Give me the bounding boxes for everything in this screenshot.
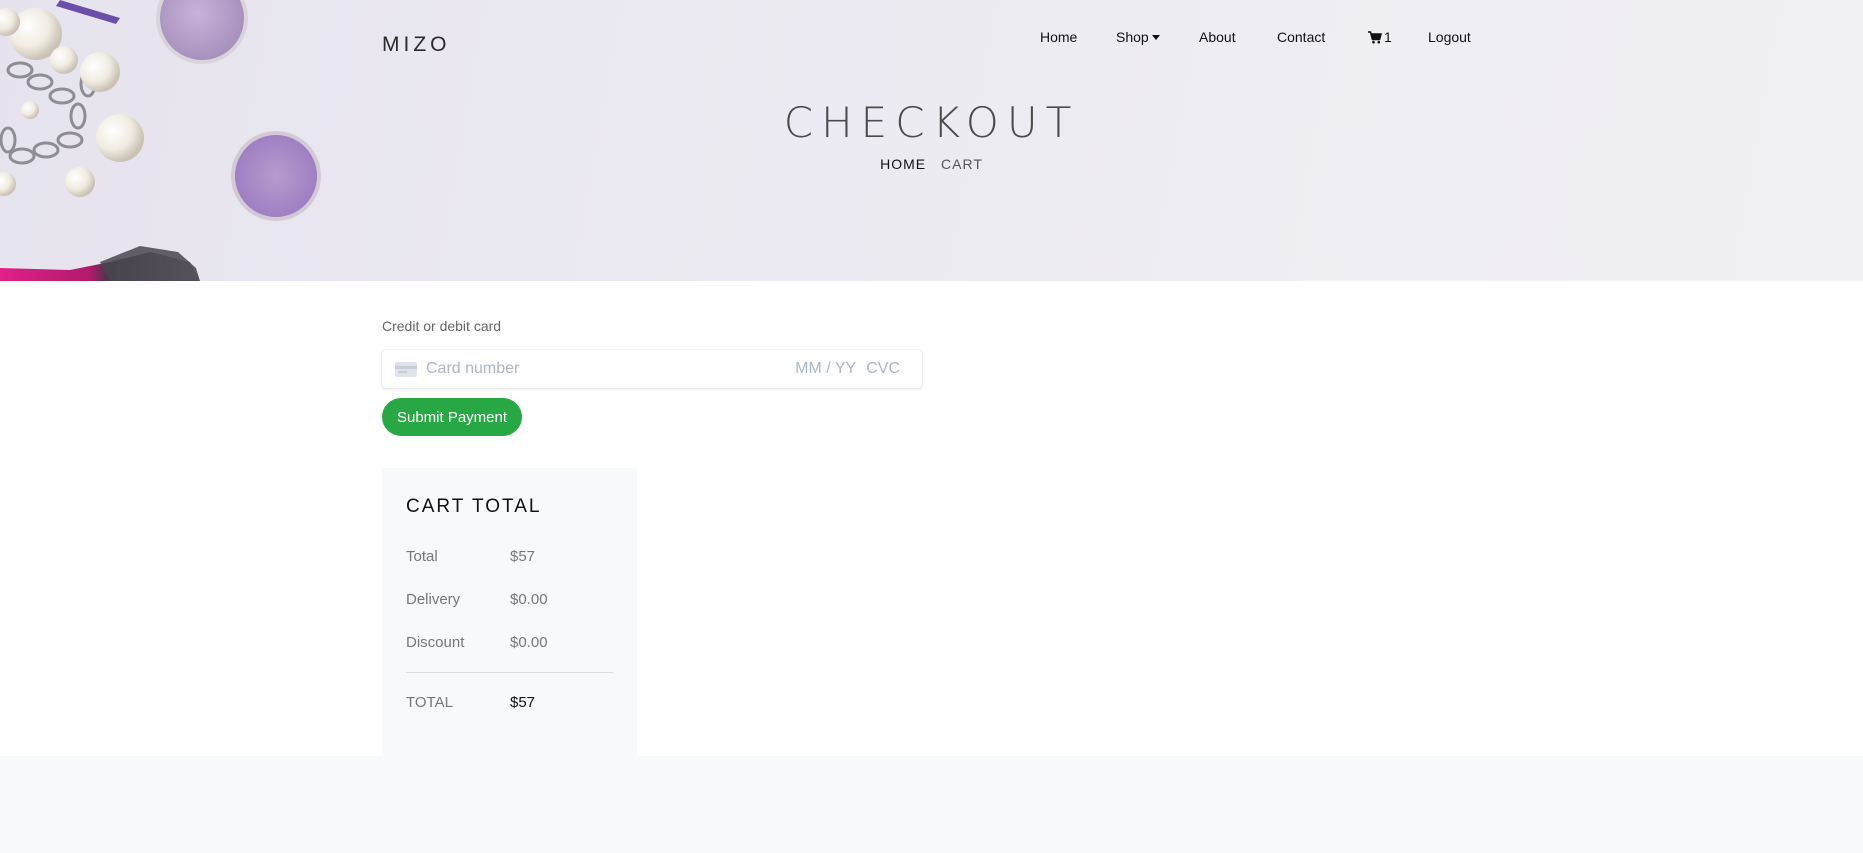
submit-payment-button[interactable]: Submit Payment [382,398,522,436]
nav-about[interactable]: About [1199,29,1236,45]
nav-shop-dropdown[interactable]: Shop [1116,29,1160,45]
nav-cart[interactable]: 1 [1368,29,1392,45]
hero-banner: MIZO Home Shop About Contact 1 Logout CH… [0,0,1863,281]
chevron-down-icon [1151,35,1160,40]
row-value: $0.00 [510,591,548,608]
nav-logout[interactable]: Logout [1428,29,1471,45]
row-value: $57 [510,548,536,565]
grand-total-label: TOTAL [406,694,453,711]
brand-logo[interactable]: MIZO [382,33,451,57]
cart-total-row: Total $57 [406,548,613,565]
cart-delivery-row: Delivery $0.00 [406,591,613,608]
cart-discount-row: Discount $0.00 [406,634,613,651]
breadcrumb: HOME CART [0,156,1863,172]
cart-icon [1368,30,1382,43]
card-input[interactable]: Card number MM / YY CVC [382,350,922,388]
cart-total-panel: CART TOTAL Total $57 Delivery $0.00 Disc… [382,468,637,756]
cart-count: 1 [1384,29,1392,45]
breadcrumb-current: CART [941,156,983,172]
row-value: $0.00 [510,634,548,651]
credit-card-icon [395,361,417,377]
page-title: CHECKOUT [783,98,1080,147]
row-label: Discount [406,634,465,651]
card-cvc-placeholder[interactable]: CVC [866,360,900,378]
footer [0,756,1863,853]
card-expiry-placeholder[interactable]: MM / YY [795,360,856,378]
row-label: Delivery [406,591,461,608]
card-field-label: Credit or debit card [382,318,502,334]
nav-contact[interactable]: Contact [1277,29,1325,45]
nav-home[interactable]: Home [1040,29,1077,45]
row-label: Total [406,548,438,565]
cart-grand-total-row: TOTAL $57 [406,694,613,711]
cart-total-heading: CART TOTAL [406,496,542,517]
breadcrumb-home[interactable]: HOME [880,156,926,172]
card-number-placeholder[interactable]: Card number [426,360,795,378]
nav-shop-label: Shop [1116,29,1149,45]
grand-total-value: $57 [510,694,536,711]
divider [406,672,613,673]
